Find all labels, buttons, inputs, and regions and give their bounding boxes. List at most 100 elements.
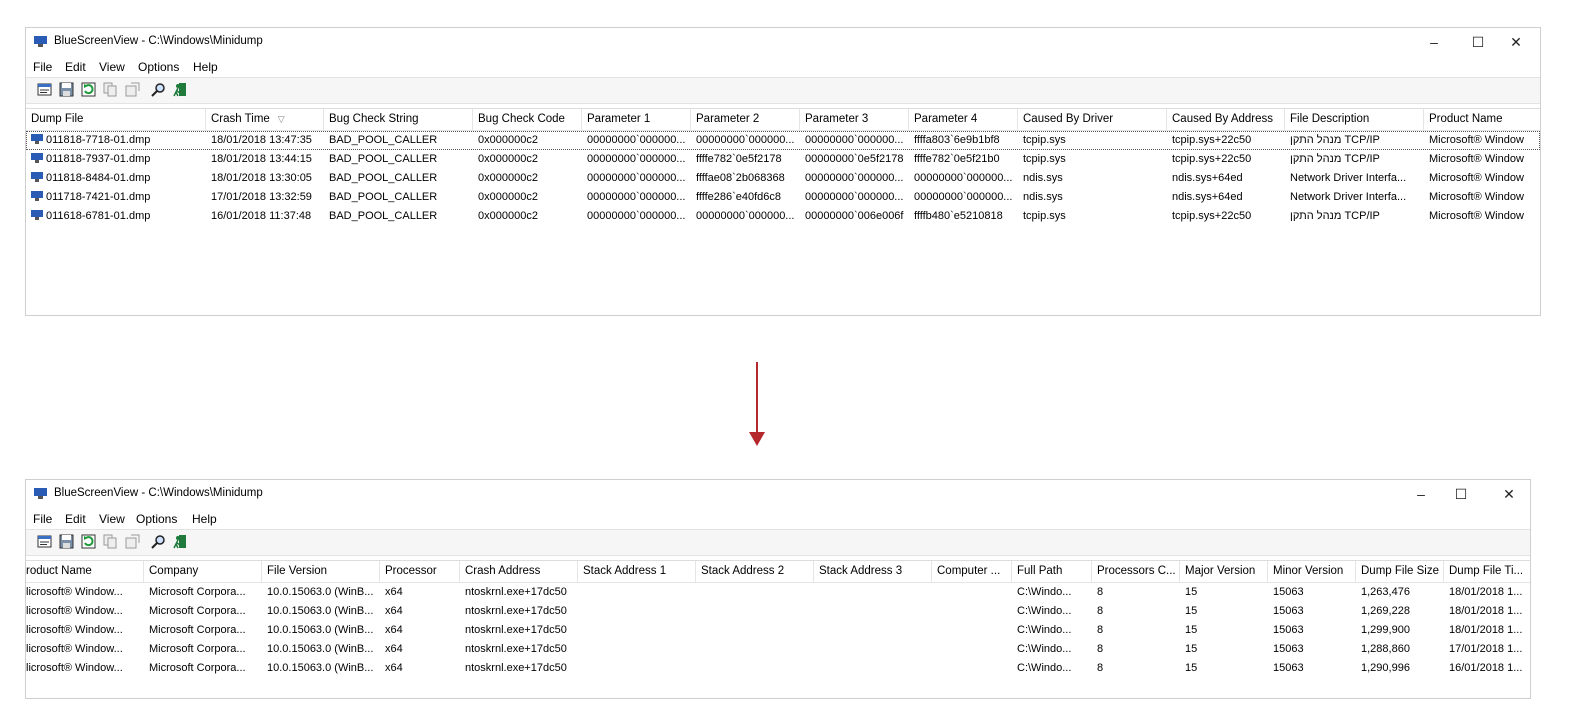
column-header[interactable]: Processors C... (1092, 561, 1180, 582)
column-label: roduct Name (26, 565, 92, 577)
cell-text: C:\Windo... (1017, 605, 1072, 617)
find-icon[interactable] (151, 82, 166, 97)
table-row[interactable]: licrosoft® Window... Microsoft Corpora...… (26, 640, 1530, 659)
column-header[interactable]: Caused By Driver (1018, 109, 1167, 130)
column-header[interactable]: File Description (1285, 109, 1424, 130)
column-header[interactable]: Major Version (1180, 561, 1268, 582)
menu-view[interactable]: View (99, 512, 125, 526)
cell-text: ntoskrnl.exe+17dc50 (465, 662, 567, 674)
column-header[interactable]: Crash Time ▽ (206, 109, 324, 130)
table-cell (814, 583, 932, 602)
title-bar[interactable]: BlueScreenView - C:\Windows\Minidump – ☐… (26, 28, 1540, 56)
column-header[interactable]: Parameter 4 (909, 109, 1018, 130)
column-header[interactable]: Caused By Address (1167, 109, 1285, 130)
find-icon[interactable] (151, 534, 166, 549)
close-button[interactable]: ✕ (1493, 31, 1539, 53)
html-report-icon[interactable] (125, 82, 140, 97)
copy-icon[interactable] (103, 534, 118, 549)
refresh-icon[interactable] (81, 534, 96, 549)
column-header[interactable]: Stack Address 3 (814, 561, 932, 582)
column-header[interactable]: Dump File (26, 109, 206, 130)
close-button[interactable]: ✕ (1486, 483, 1530, 505)
cell-text: licrosoft® Window... (26, 586, 123, 598)
column-header[interactable]: Full Path (1012, 561, 1092, 582)
html-report-icon[interactable] (125, 534, 140, 549)
save-icon[interactable] (59, 82, 74, 97)
table-row[interactable]: 011818-7937-01.dmp 18/01/2018 13:44:15 BAD… (26, 150, 1540, 169)
column-header[interactable]: Parameter 1 (582, 109, 691, 130)
table-cell: 1,290,996 (1356, 659, 1444, 678)
table-row[interactable]: licrosoft® Window... Microsoft Corpora...… (26, 621, 1530, 640)
column-header[interactable]: Stack Address 1 (578, 561, 696, 582)
menu-edit[interactable]: Edit (65, 60, 86, 74)
properties-icon[interactable] (37, 82, 52, 97)
table-cell: 15063 (1268, 659, 1356, 678)
column-header[interactable]: File Version (262, 561, 380, 582)
copy-icon[interactable] (103, 82, 118, 97)
cell-text: 15 (1185, 586, 1198, 598)
column-header[interactable]: Parameter 3 (800, 109, 909, 130)
menu-options[interactable]: Options (136, 512, 177, 526)
table-row[interactable]: 011818-7718-01.dmp 18/01/2018 13:47:35 BAD… (26, 131, 1540, 150)
column-header[interactable]: Bug Check String (324, 109, 473, 130)
table-cell: מנהל התקן TCP/IP (1285, 131, 1424, 150)
table-row[interactable]: 011618-6781-01.dmp 16/01/2018 11:37:48 BAD… (26, 207, 1540, 226)
column-label: Minor Version (1273, 565, 1344, 577)
minimize-button[interactable]: – (1411, 31, 1457, 53)
menu-options[interactable]: Options (138, 60, 179, 74)
menu-view[interactable]: View (99, 60, 125, 74)
column-header[interactable]: Crash Address (460, 561, 578, 582)
table-cell: 00000000`0e5f2178 (800, 150, 909, 169)
exit-icon[interactable] (173, 82, 188, 97)
table-cell: licrosoft® Window... (26, 640, 144, 659)
properties-icon[interactable] (37, 534, 52, 549)
column-header[interactable]: Minor Version (1268, 561, 1356, 582)
column-label: Processor (385, 565, 437, 577)
table-row[interactable]: licrosoft® Window... Microsoft Corpora...… (26, 583, 1530, 602)
table-row[interactable]: licrosoft® Window... Microsoft Corpora...… (26, 659, 1530, 678)
menu-file[interactable]: File (33, 512, 52, 526)
column-header[interactable]: Dump File Ti... (1444, 561, 1530, 582)
column-header[interactable]: Processor (380, 561, 460, 582)
table-cell: 15 (1180, 659, 1268, 678)
cell-text: 10.0.15063.0 (WinB... (267, 643, 374, 655)
cell-text: tcpip.sys (1023, 153, 1066, 165)
column-label: Company (149, 565, 199, 577)
column-header[interactable]: Bug Check Code (473, 109, 582, 130)
table-cell: tcpip.sys+22c50 (1167, 150, 1285, 169)
table-cell: 18/01/2018 1... (1444, 583, 1530, 602)
table-row[interactable]: 011718-7421-01.dmp 17/01/2018 13:32:59 BAD… (26, 188, 1540, 207)
column-header[interactable]: Parameter 2 (691, 109, 800, 130)
table-cell: 10.0.15063.0 (WinB... (262, 659, 380, 678)
cell-text: 15063 (1273, 662, 1304, 674)
column-header[interactable]: Stack Address 2 (696, 561, 814, 582)
table-cell: x64 (380, 640, 460, 659)
table-cell: 011618-6781-01.dmp (26, 207, 206, 226)
crash-list-table: roduct Name Company File Version Process… (26, 560, 1530, 698)
title-bar[interactable]: BlueScreenView - C:\Windows\Minidump – ☐… (26, 480, 1530, 508)
refresh-icon[interactable] (81, 82, 96, 97)
column-header[interactable]: roduct Name (26, 561, 144, 582)
menu-edit[interactable]: Edit (65, 512, 86, 526)
table-cell: 00000000`000000... (691, 131, 800, 150)
menu-help[interactable]: Help (193, 60, 218, 74)
menu-help[interactable]: Help (192, 512, 217, 526)
cell-text: 15 (1185, 662, 1198, 674)
cell-text: 1,299,900 (1361, 624, 1410, 636)
exit-icon[interactable] (173, 534, 188, 549)
cell-text: 1,263,476 (1361, 586, 1410, 598)
column-header[interactable]: Dump File Size (1356, 561, 1444, 582)
column-header[interactable]: Company (144, 561, 262, 582)
cell-text: Network Driver Interfa... (1290, 191, 1407, 203)
column-header[interactable]: Computer ... (932, 561, 1012, 582)
table-row[interactable]: licrosoft® Window... Microsoft Corpora...… (26, 602, 1530, 621)
table-cell (578, 621, 696, 640)
save-icon[interactable] (59, 534, 74, 549)
cell-text: tcpip.sys+22c50 (1172, 210, 1252, 222)
cell-text: 17/01/2018 1... (1449, 643, 1523, 655)
maximize-button[interactable]: ☐ (1438, 483, 1484, 505)
column-label: File Version (267, 565, 328, 577)
table-row[interactable]: 011818-8484-01.dmp 18/01/2018 13:30:05 BAD… (26, 169, 1540, 188)
column-header[interactable]: Product Name (1424, 109, 1540, 130)
menu-file[interactable]: File (33, 60, 52, 74)
